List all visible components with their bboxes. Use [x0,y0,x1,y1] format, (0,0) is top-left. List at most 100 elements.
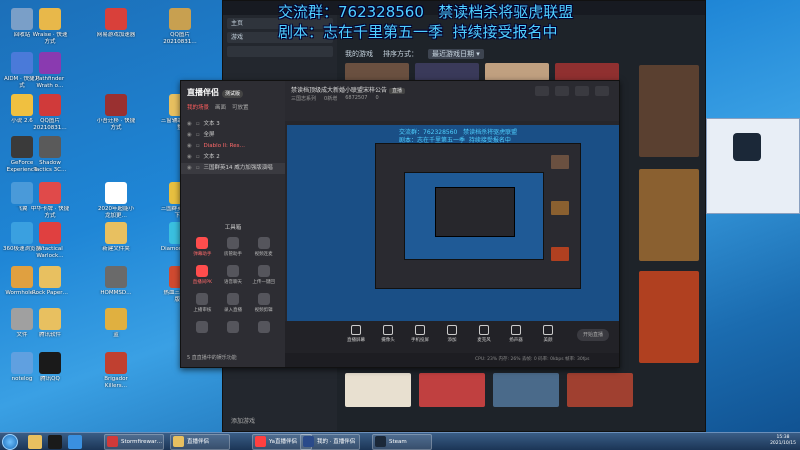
tool-item[interactable]: 上播审核 [187,293,218,313]
eye-icon[interactable]: ◉ [187,163,192,174]
tool-item[interactable]: 房管助手 [218,237,249,257]
sort-select[interactable]: 最近游戏日期 ▾ [428,49,484,59]
control-label: 扬声器 [509,338,523,343]
game-cover[interactable] [639,65,699,157]
tool-item[interactable]: 语音聊天 [218,265,249,285]
steam-icon[interactable] [733,133,761,161]
task-label: Steam [389,439,407,445]
browser-icon[interactable] [68,435,82,449]
game-cover[interactable] [639,169,699,261]
eye-icon[interactable]: ◉ [187,119,192,130]
control-button[interactable]: 美颜 [537,325,559,353]
control-icon [447,325,457,335]
taskbar-task[interactable]: 直播伴侣 [170,434,230,450]
eye-icon[interactable]: ◉ [187,152,192,163]
game-tile[interactable] [485,63,549,81]
tool-item[interactable] [187,321,218,335]
start-live-button[interactable]: 开始直播 [577,329,609,341]
menu-icon[interactable] [555,86,569,96]
source-item[interactable]: ◉ ▫ 三国群英14 威力加强版演唱 [181,163,285,174]
desktop-icon[interactable]: 腾讯QQ [30,352,70,390]
game-tile[interactable] [345,373,411,407]
taskbar-task[interactable]: Steam [372,434,432,450]
tool-item[interactable] [218,321,249,335]
lock-icon[interactable]: ▫ [196,141,200,152]
taskbar: Stormfirewar… 直播伴侣 Ya直播伴侣 我的 · 直播伴侣 Steam 15… [0,432,800,450]
live-companion-window: 直播伴侣 测试版 我的场景 画面 可放置 ◉ ▫ 文本 3 ◉ ▫ 全屏 ◉ ▫ Diablo I… [180,80,620,368]
game-tile[interactable] [345,63,409,81]
desktop-icon[interactable]: Shadow Tactics 3C… [30,136,70,174]
desktop-icon[interactable]: HOMMSD… [96,266,136,304]
control-button[interactable]: 手机投屏 [409,325,431,353]
stream-preview[interactable]: 交流群：762328560 禁读档杀将驱虎联盟 剧本：志在千里第五一季 持续接受… [287,125,619,321]
task-icon [173,436,184,447]
desktop-icon[interactable]: 腾讯软件 [30,308,70,346]
desktop-icon[interactable]: Rock Paper… [30,266,70,304]
source-item[interactable]: ◉ ▫ 全屏 [181,130,285,141]
tool-item[interactable]: 弹幕助手 [187,237,218,257]
desktop-icon[interactable]: 新建文件夹 [96,222,136,260]
desktop-icon[interactable]: 网易游戏加速器 [96,8,136,46]
source-item[interactable]: ◉ ▫ 文本 3 [181,119,285,130]
desktop-icon[interactable]: Wraise · 快速方式 [30,8,70,46]
app-icon [105,308,127,330]
app-icon [39,136,61,158]
desktop-icon[interactable]: QQ图片20210831… [30,94,70,132]
stream-title[interactable]: 禁读档顶级成大新婚小联盟宋梓公告 直播 [291,85,405,94]
desktop-icon[interactable]: 小吾迁移 · 快捷方式 [96,94,136,132]
taskbar-task[interactable]: 我的 · 直播伴侣 [300,434,360,450]
desktop-icon[interactable]: 中华卡牌 · 快捷方式 [30,182,70,220]
steam-side-search[interactable] [227,46,333,57]
folder-icon[interactable] [28,435,42,449]
control-button[interactable]: 摄像头 [377,325,399,353]
tool-item[interactable]: 视频连麦 [248,237,279,257]
desktop-icon-label: Brigador Killers… [104,376,128,389]
control-icon [479,325,489,335]
game-tile[interactable] [567,373,633,407]
game-tile[interactable] [419,373,485,407]
lock-icon[interactable]: ▫ [196,119,200,130]
taskbar-task[interactable]: Stormfirewar… [104,434,164,450]
control-button[interactable]: 扬声器 [505,325,527,353]
desktop-icon[interactable]: Pathfinder Wrath o… [30,52,70,90]
desktop-icon-label: Rock Paper… [32,290,68,296]
tab-my-scene[interactable]: 我的场景 [187,103,209,111]
clock[interactable]: 15:38 2021/10/15 [770,435,796,447]
tool-icon [226,237,239,249]
source-item[interactable]: ◉ ▫ 文本 2 [181,152,285,163]
start-button[interactable] [2,434,18,450]
desktop-icon[interactable]: 蓝 [96,308,136,346]
control-button[interactable]: 麦克风 [473,325,495,353]
desktop-icon[interactable]: Brigador Killers… [96,352,136,390]
desktop-icon-label: 蓝 [113,332,119,338]
add-game-button[interactable]: 添加游戏 [231,416,255,425]
game-cover[interactable] [639,271,699,363]
lock-icon[interactable]: ▫ [196,130,200,141]
desktop-icon[interactable]: Wtactical Warlock… [30,222,70,260]
tab-my-games[interactable]: 我的游戏 [345,49,373,59]
tool-item[interactable]: 上传一键回 [248,265,279,285]
qq-icon[interactable] [48,435,62,449]
desktop-icon[interactable]: 2020年超能小龙加更… [96,182,136,220]
control-button[interactable]: 直播屏幕 [345,325,367,353]
eye-icon[interactable]: ◉ [187,141,192,152]
game-tile[interactable] [555,63,619,81]
close-icon[interactable] [595,86,609,96]
tab-picture[interactable]: 画面 [215,103,226,111]
lock-icon[interactable]: ▫ [196,163,200,174]
source-item[interactable]: ◉ ▫ Diablo II: Res… [181,141,285,152]
tool-item[interactable] [248,321,279,335]
lock-icon[interactable]: ▫ [196,152,200,163]
minimize-icon[interactable] [575,86,589,96]
eye-icon[interactable]: ◉ [187,130,192,141]
settings-icon[interactable] [535,86,549,96]
tab-placeable[interactable]: 可放置 [232,103,249,111]
control-button[interactable]: 添加 [441,325,463,353]
sort-label: 排序方式： [383,50,418,58]
desktop-icon[interactable]: QQ图片20210831… [160,8,200,46]
game-tile[interactable] [415,63,479,81]
tool-item[interactable]: 直播间PK [187,265,218,285]
tool-item[interactable]: 视频剪辑 [248,293,279,313]
game-tile[interactable] [493,373,559,407]
tool-item[interactable]: 录入直播 [218,293,249,313]
